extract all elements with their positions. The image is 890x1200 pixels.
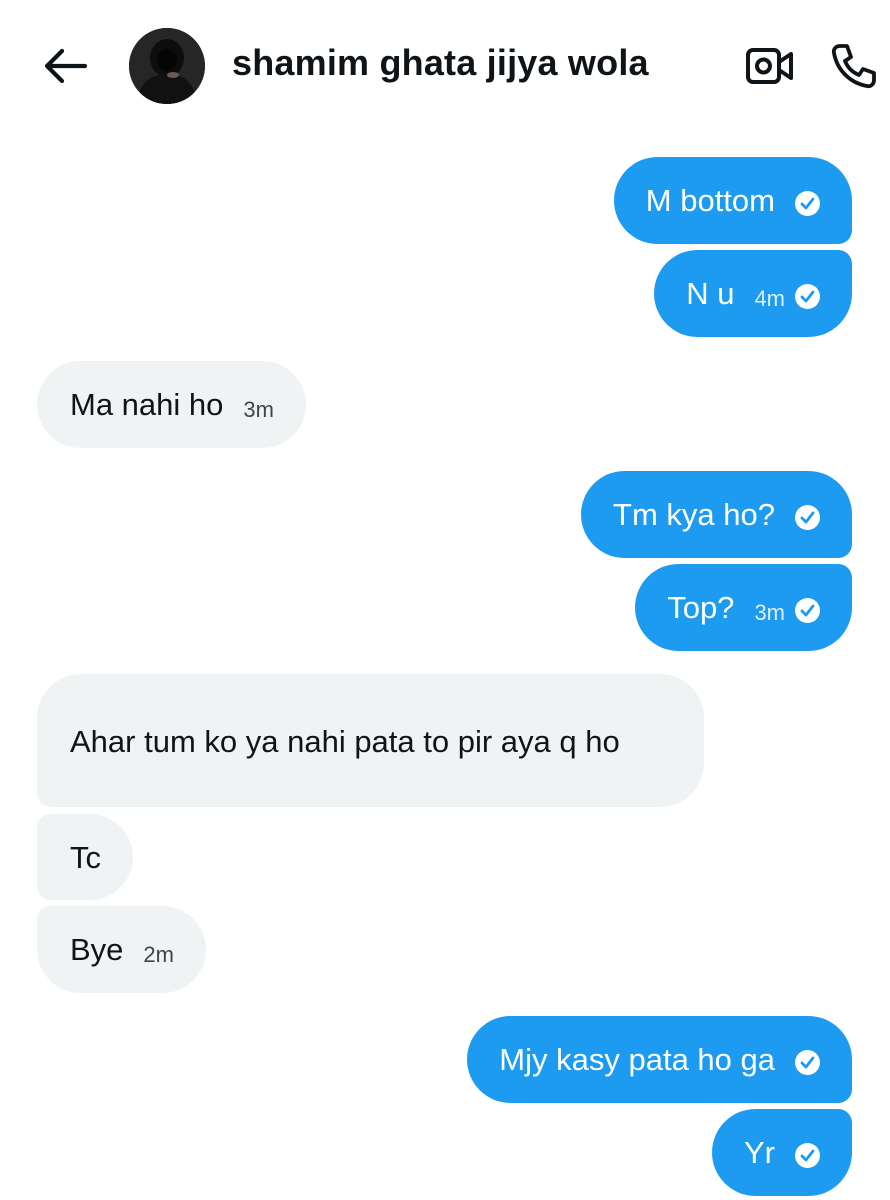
avatar[interactable]	[129, 28, 205, 104]
check-icon	[795, 598, 820, 623]
dm-conversation-screen: shamim ghata jijya wola M bottom N u 4m	[0, 0, 890, 1200]
contact-name[interactable]: shamim ghata jijya wola	[232, 42, 649, 84]
sent-message[interactable]: Tm kya ho?	[581, 471, 852, 558]
message-timestamp: 3m	[243, 396, 274, 422]
message-text: Tc	[70, 839, 101, 875]
message-timestamp: 4m	[754, 285, 785, 311]
sent-message[interactable]: Top? 3m	[635, 564, 852, 651]
message-text: Tm kya ho?	[613, 497, 775, 532]
voice-call-button[interactable]	[824, 36, 884, 96]
phone-icon	[831, 44, 876, 89]
sent-message[interactable]: N u 4m	[654, 250, 852, 337]
hooded-figure-avatar	[129, 28, 205, 104]
back-button[interactable]	[36, 40, 94, 92]
received-message[interactable]: Bye 2m	[37, 906, 206, 993]
message-text: M bottom	[645, 183, 775, 218]
check-icon	[795, 1050, 820, 1075]
sent-message[interactable]: Mjy kasy pata ho ga	[467, 1016, 852, 1103]
check-icon	[795, 505, 820, 530]
check-icon	[795, 1143, 820, 1168]
message-text: Ma nahi ho	[70, 387, 224, 422]
sent-message[interactable]: M bottom	[613, 157, 852, 244]
message-text: Yr	[744, 1135, 775, 1170]
received-message[interactable]: Tc	[37, 814, 133, 900]
message-text: N u	[686, 276, 735, 311]
message-text: Ahar tum ko ya nahi pata to pir aya q ho	[70, 723, 620, 759]
message-timestamp: 2m	[143, 941, 174, 967]
check-icon	[795, 191, 820, 216]
message-text: Top?	[667, 590, 735, 625]
video-camera-icon	[746, 48, 793, 84]
message-text: Mjy kasy pata ho ga	[499, 1042, 775, 1077]
message-text: Bye	[70, 932, 124, 967]
arrow-left-icon	[44, 48, 87, 84]
sent-message[interactable]: Yr	[712, 1109, 852, 1196]
check-icon	[795, 284, 820, 309]
conversation-header: shamim ghata jijya wola	[0, 0, 890, 132]
video-call-button[interactable]	[742, 40, 798, 92]
message-timestamp: 3m	[754, 599, 785, 625]
received-message[interactable]: Ahar tum ko ya nahi pata to pir aya q ho	[37, 674, 704, 807]
received-message[interactable]: Ma nahi ho 3m	[37, 361, 306, 448]
